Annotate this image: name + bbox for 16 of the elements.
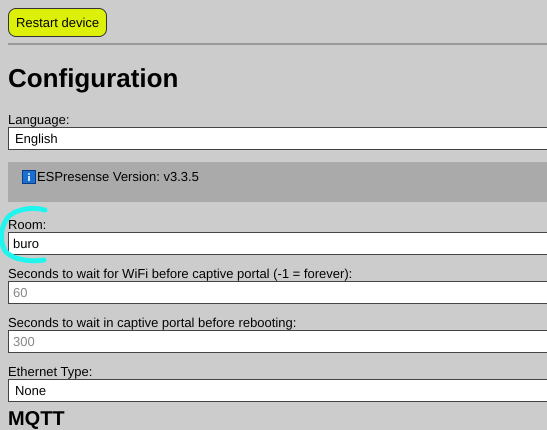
input-field[interactable]: 300 [8,330,547,353]
input-field[interactable]: 60 [8,281,547,304]
info-icon [22,170,36,184]
section-heading: MQTT [8,408,66,430]
field-label: Seconds to wait for WiFi before captive portal (-1 = forever): [8,267,354,281]
select-field[interactable]: None [8,379,547,402]
page-heading: Configuration [8,63,180,93]
input-field[interactable]: buro [8,232,547,255]
restart-button[interactable]: Restart device [8,8,108,37]
version-text: ESPresense Version: v3.3.5 [37,169,199,184]
annotation-stroke [0,206,48,264]
select-field[interactable]: English [8,127,547,150]
field-label: Seconds to wait in captive portal before rebooting: [8,316,298,330]
field-label: Ethernet Type: [8,365,94,379]
field-label: Language: [8,113,70,127]
field-label: Room: [8,218,48,232]
